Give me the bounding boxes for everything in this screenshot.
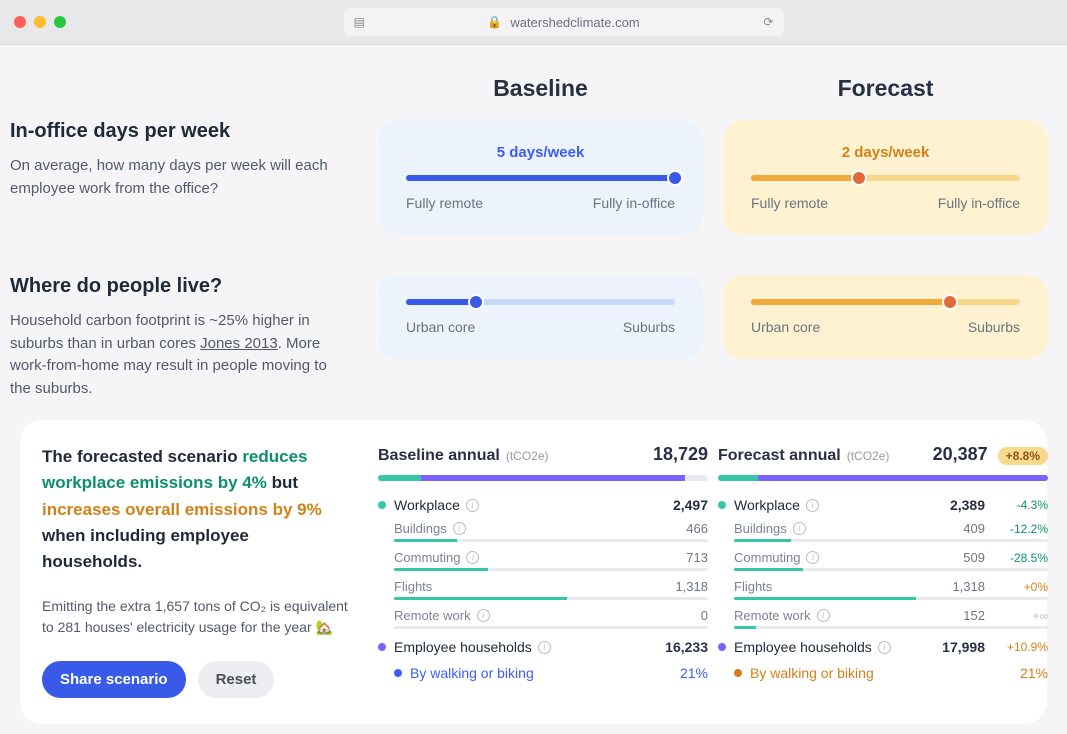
slider-end-right: Suburbs <box>968 319 1020 335</box>
subrow-flights: Flights1,318+0% <box>734 579 1048 594</box>
slider-end-left: Urban core <box>751 319 820 335</box>
annual-total: 18,729 <box>653 444 708 465</box>
summary-paragraph: Emitting the extra 1,657 tons of CO₂ is … <box>42 596 350 639</box>
info-icon[interactable]: i <box>878 641 891 654</box>
lock-icon: 🔒 <box>487 15 502 29</box>
column-header-forecast: Forecast <box>713 75 1058 102</box>
annual-title: Forecast annual <box>718 447 841 465</box>
walking-row: By walking or biking 21% <box>378 665 708 681</box>
subrow-flights: Flights1,318 <box>394 579 708 594</box>
category-households: Employee households i 16,233 <box>378 639 708 655</box>
row-title-live: Where do people live? <box>10 275 338 298</box>
browser-chrome: ▤ 🔒 watershedclimate.com ⟳ <box>0 0 1067 45</box>
slider-panel-live-baseline: Urban core Suburbs <box>378 275 703 359</box>
info-icon[interactable]: i <box>477 609 490 622</box>
info-icon[interactable]: i <box>538 641 551 654</box>
slider-thumb[interactable] <box>667 170 683 186</box>
minimize-window-icon[interactable] <box>34 16 46 28</box>
annual-title: Baseline annual <box>378 447 500 465</box>
slider-office-forecast[interactable] <box>751 175 1020 181</box>
slider-value-label: 5 days/week <box>406 144 675 161</box>
stacked-bar <box>378 475 708 481</box>
walking-row: By walking or biking 21% <box>718 665 1048 681</box>
annual-forecast-panel: Forecast annual (tCO2e) 20,387 +8.8% Wor… <box>718 444 1048 698</box>
annual-baseline-panel: Baseline annual (tCO2e) 18,729 Workplace… <box>378 444 708 698</box>
subrow-buildings: Buildingsi466 <box>394 521 708 536</box>
summary-headline: The forecasted scenario reduces workplac… <box>42 444 350 576</box>
annual-unit: (tCO2e) <box>847 449 890 463</box>
legend-dot-icon <box>378 643 386 651</box>
info-icon[interactable]: i <box>466 499 479 512</box>
row-desc-live: Household carbon footprint is ~25% highe… <box>10 310 338 400</box>
slider-end-left: Fully remote <box>751 195 828 211</box>
slider-live-baseline[interactable] <box>406 299 675 305</box>
legend-dot-icon <box>378 501 386 509</box>
row-desc-office: On average, how many days per week will … <box>10 155 338 200</box>
annual-total: 20,387 <box>933 444 988 465</box>
slider-office-baseline[interactable] <box>406 175 675 181</box>
legend-dot-icon <box>394 669 402 677</box>
category-workplace: Workplace i 2,389 -4.3% <box>718 497 1048 513</box>
legend-dot-icon <box>718 501 726 509</box>
subrow-remote: Remote worki0 <box>394 608 708 623</box>
delta-badge: +8.8% <box>998 447 1048 465</box>
subrow-commuting: Commutingi713 <box>394 550 708 565</box>
info-icon[interactable]: i <box>817 609 830 622</box>
legend-dot-icon <box>734 669 742 677</box>
subrow-buildings: Buildingsi409-12.2% <box>734 521 1048 536</box>
info-icon[interactable]: i <box>453 522 466 535</box>
category-workplace: Workplace i 2,497 <box>378 497 708 513</box>
subrow-commuting: Commutingi509-28.5% <box>734 550 1048 565</box>
legend-dot-icon <box>718 643 726 651</box>
close-window-icon[interactable] <box>14 16 26 28</box>
slider-end-left: Urban core <box>406 319 475 335</box>
slider-thumb[interactable] <box>942 294 958 310</box>
address-bar[interactable]: ▤ 🔒 watershedclimate.com ⟳ <box>344 8 784 36</box>
slider-end-right: Fully in-office <box>938 195 1020 211</box>
slider-value-label: 2 days/week <box>751 144 1020 161</box>
slider-end-right: Suburbs <box>623 319 675 335</box>
slider-panel-office-forecast: 2 days/week Fully remote Fully in-office <box>723 120 1048 235</box>
share-scenario-button[interactable]: Share scenario <box>42 661 186 698</box>
summary-card: The forecasted scenario reduces workplac… <box>20 420 1047 724</box>
url-text: watershedclimate.com <box>510 15 639 30</box>
slider-panel-live-forecast: Urban core Suburbs <box>723 275 1048 359</box>
column-header-baseline: Baseline <box>368 75 713 102</box>
row-title-office: In-office days per week <box>10 120 338 143</box>
reset-button[interactable]: Reset <box>198 661 275 698</box>
citation-link[interactable]: Jones 2013 <box>200 335 278 352</box>
info-icon[interactable]: i <box>466 551 479 564</box>
category-households: Employee households i 17,998 +10.9% <box>718 639 1048 655</box>
stacked-bar <box>718 475 1048 481</box>
slider-live-forecast[interactable] <box>751 299 1020 305</box>
maximize-window-icon[interactable] <box>54 16 66 28</box>
info-icon[interactable]: i <box>806 499 819 512</box>
sidebar-toggle-icon[interactable]: ▤ <box>354 15 365 29</box>
refresh-icon[interactable]: ⟳ <box>763 15 773 29</box>
slider-end-left: Fully remote <box>406 195 483 211</box>
subrow-remote: Remote worki152+∞ <box>734 608 1048 623</box>
slider-thumb[interactable] <box>851 170 867 186</box>
slider-thumb[interactable] <box>468 294 484 310</box>
info-icon[interactable]: i <box>793 522 806 535</box>
slider-panel-office-baseline: 5 days/week Fully remote Fully in-office <box>378 120 703 235</box>
annual-unit: (tCO2e) <box>506 449 549 463</box>
info-icon[interactable]: i <box>806 551 819 564</box>
slider-end-right: Fully in-office <box>593 195 675 211</box>
